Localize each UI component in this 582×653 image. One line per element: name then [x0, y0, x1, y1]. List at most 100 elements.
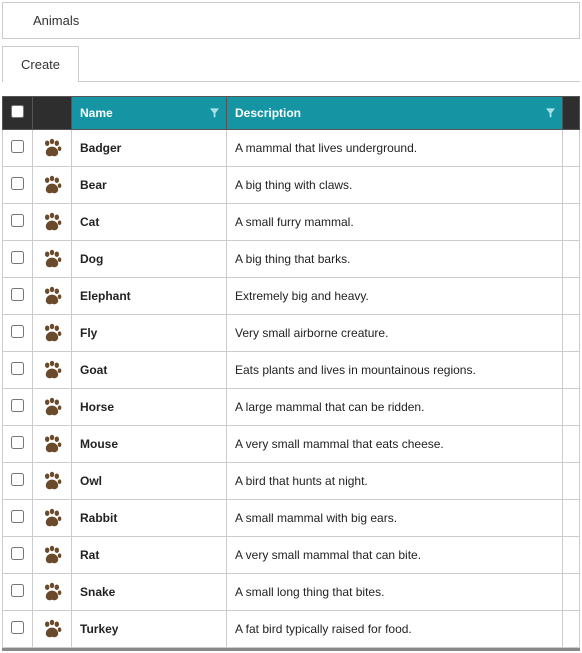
- row-description: A small long thing that bites.: [227, 574, 563, 611]
- select-all-header: [3, 97, 33, 130]
- row-select-checkbox[interactable]: [11, 399, 24, 412]
- row-name[interactable]: Rat: [72, 537, 227, 574]
- row-select-cell: [3, 537, 33, 574]
- row-select-cell: [3, 389, 33, 426]
- row-icon-cell: [33, 315, 72, 352]
- row-description: A big thing with claws.: [227, 167, 563, 204]
- create-button-label: Create: [21, 57, 60, 72]
- filter-icon[interactable]: [209, 108, 220, 119]
- row-select-checkbox[interactable]: [11, 362, 24, 375]
- row-icon-cell: [33, 426, 72, 463]
- row-name[interactable]: Snake: [72, 574, 227, 611]
- description-column-label: Description: [235, 106, 301, 120]
- row-select-checkbox[interactable]: [11, 473, 24, 486]
- spare-column-header: [563, 97, 580, 130]
- row-select-checkbox[interactable]: [11, 288, 24, 301]
- row-description: A very small mammal that can bite.: [227, 537, 563, 574]
- table-row[interactable]: MouseA very small mammal that eats chees…: [3, 426, 580, 463]
- create-button[interactable]: Create: [2, 46, 79, 82]
- row-spare-cell: [563, 500, 580, 537]
- row-description: A large mammal that can be ridden.: [227, 389, 563, 426]
- row-name[interactable]: Goat: [72, 352, 227, 389]
- table-row[interactable]: RabbitA small mammal with big ears.: [3, 500, 580, 537]
- table-row[interactable]: GoatEats plants and lives in mountainous…: [3, 352, 580, 389]
- row-select-cell: [3, 315, 33, 352]
- row-select-cell: [3, 352, 33, 389]
- paw-icon: [41, 581, 63, 603]
- paw-icon: [41, 359, 63, 381]
- row-select-checkbox[interactable]: [11, 584, 24, 597]
- row-icon-cell: [33, 130, 72, 167]
- row-description: A big thing that barks.: [227, 241, 563, 278]
- row-name[interactable]: Mouse: [72, 426, 227, 463]
- row-select-checkbox[interactable]: [11, 140, 24, 153]
- paw-icon: [41, 470, 63, 492]
- paw-icon: [41, 544, 63, 566]
- row-spare-cell: [563, 463, 580, 500]
- row-icon-cell: [33, 500, 72, 537]
- row-name[interactable]: Elephant: [72, 278, 227, 315]
- row-select-checkbox[interactable]: [11, 177, 24, 190]
- row-spare-cell: [563, 241, 580, 278]
- grid-bottom-edge: [2, 648, 580, 651]
- row-select-checkbox[interactable]: [11, 510, 24, 523]
- toolbar: Create: [2, 45, 580, 82]
- row-name[interactable]: Cat: [72, 204, 227, 241]
- row-name[interactable]: Turkey: [72, 611, 227, 648]
- table-row[interactable]: SnakeA small long thing that bites.: [3, 574, 580, 611]
- page-title: Animals: [33, 13, 79, 28]
- row-select-checkbox[interactable]: [11, 251, 24, 264]
- name-column-header[interactable]: Name: [72, 97, 227, 130]
- paw-icon: [41, 433, 63, 455]
- row-spare-cell: [563, 204, 580, 241]
- row-spare-cell: [563, 426, 580, 463]
- row-name[interactable]: Horse: [72, 389, 227, 426]
- table-row[interactable]: ElephantExtremely big and heavy.: [3, 278, 580, 315]
- table-row[interactable]: FlyVery small airborne creature.: [3, 315, 580, 352]
- row-select-checkbox[interactable]: [11, 214, 24, 227]
- row-name[interactable]: Bear: [72, 167, 227, 204]
- row-select-checkbox[interactable]: [11, 547, 24, 560]
- paw-icon: [41, 174, 63, 196]
- table-row[interactable]: HorseA large mammal that can be ridden.: [3, 389, 580, 426]
- paw-icon: [41, 322, 63, 344]
- row-description: Extremely big and heavy.: [227, 278, 563, 315]
- row-name[interactable]: Badger: [72, 130, 227, 167]
- row-select-cell: [3, 204, 33, 241]
- row-spare-cell: [563, 167, 580, 204]
- row-spare-cell: [563, 352, 580, 389]
- row-select-checkbox[interactable]: [11, 621, 24, 634]
- paw-icon: [41, 396, 63, 418]
- paw-icon: [41, 507, 63, 529]
- filter-icon[interactable]: [545, 108, 556, 119]
- table-row[interactable]: CatA small furry mammal.: [3, 204, 580, 241]
- row-description: A mammal that lives underground.: [227, 130, 563, 167]
- row-select-cell: [3, 130, 33, 167]
- table-row[interactable]: RatA very small mammal that can bite.: [3, 537, 580, 574]
- page-header: Animals: [2, 2, 580, 39]
- select-all-checkbox[interactable]: [11, 105, 24, 118]
- row-spare-cell: [563, 278, 580, 315]
- row-select-cell: [3, 426, 33, 463]
- row-description: Very small airborne creature.: [227, 315, 563, 352]
- row-spare-cell: [563, 130, 580, 167]
- row-icon-cell: [33, 574, 72, 611]
- row-description: A fat bird typically raised for food.: [227, 611, 563, 648]
- table-row[interactable]: DogA big thing that barks.: [3, 241, 580, 278]
- row-select-cell: [3, 241, 33, 278]
- row-select-checkbox[interactable]: [11, 436, 24, 449]
- description-column-header[interactable]: Description: [227, 97, 563, 130]
- row-icon-cell: [33, 204, 72, 241]
- row-select-checkbox[interactable]: [11, 325, 24, 338]
- table-row[interactable]: TurkeyA fat bird typically raised for fo…: [3, 611, 580, 648]
- table-row[interactable]: OwlA bird that hunts at night.: [3, 463, 580, 500]
- row-name[interactable]: Dog: [72, 241, 227, 278]
- row-spare-cell: [563, 537, 580, 574]
- row-spare-cell: [563, 389, 580, 426]
- row-name[interactable]: Owl: [72, 463, 227, 500]
- row-name[interactable]: Fly: [72, 315, 227, 352]
- row-name[interactable]: Rabbit: [72, 500, 227, 537]
- table-row[interactable]: BearA big thing with claws.: [3, 167, 580, 204]
- table-row[interactable]: BadgerA mammal that lives underground.: [3, 130, 580, 167]
- row-select-cell: [3, 611, 33, 648]
